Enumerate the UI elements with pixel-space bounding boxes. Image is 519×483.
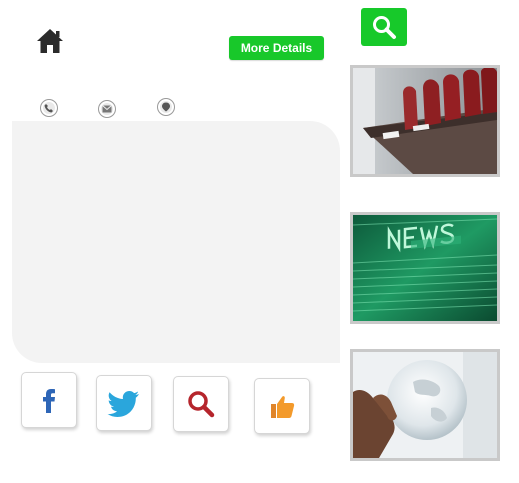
meeting-room-thumbnail[interactable] [350,65,500,177]
magnifier-icon [188,391,215,418]
phone-icon[interactable] [40,99,58,117]
mail-icon[interactable] [98,100,116,118]
like-button[interactable] [254,378,310,434]
facebook-icon [43,389,55,413]
home-icon[interactable] [35,26,65,56]
search-icon [373,16,396,39]
content-panel [12,121,340,363]
facebook-button[interactable] [21,372,77,428]
twitter-button[interactable] [96,375,152,431]
search-button[interactable] [361,8,407,46]
more-details-button[interactable]: More Details [229,36,324,60]
location-icon[interactable] [157,98,175,116]
globe-thumbnail[interactable] [350,349,500,461]
thumbs-up-icon [271,396,295,418]
twitter-icon [107,391,139,417]
search-social-button[interactable] [173,376,229,432]
news-thumbnail[interactable] [350,212,500,324]
